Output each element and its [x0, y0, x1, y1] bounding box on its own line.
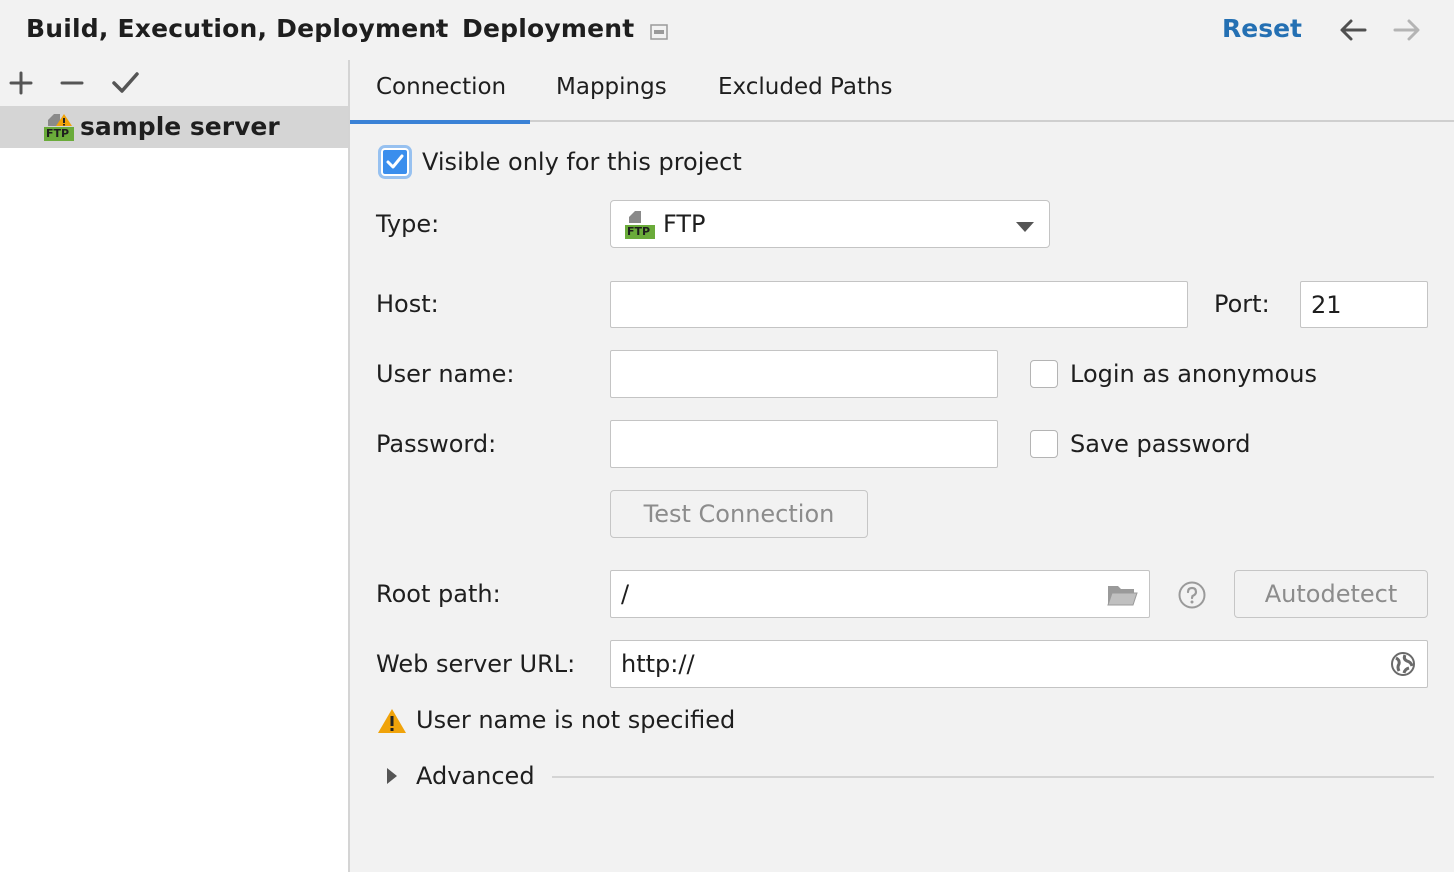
- type-select-value: FTP: [663, 210, 706, 238]
- save-password-label: Save password: [1070, 430, 1251, 458]
- tab-bar: Connection Mappings Excluded Paths: [350, 60, 1454, 124]
- expand-arrow-icon[interactable]: [385, 766, 399, 786]
- root-path-label: Root path:: [376, 580, 501, 608]
- back-arrow-icon[interactable]: [1338, 16, 1368, 44]
- header: Build, Execution, Deployment › Deploymen…: [0, 0, 1454, 60]
- ftp-server-warning-icon: FTP: [44, 112, 76, 144]
- host-label: Host:: [376, 290, 439, 318]
- visible-only-label: Visible only for this project: [422, 148, 742, 176]
- breadcrumb-separator: ›: [434, 16, 443, 41]
- warning-icon: [377, 707, 407, 735]
- tab-excluded-paths[interactable]: Excluded Paths: [718, 60, 893, 122]
- forward-arrow-icon[interactable]: [1392, 16, 1422, 44]
- server-list-panel: FTP sample server: [0, 60, 348, 872]
- check-icon[interactable]: [110, 68, 140, 98]
- test-connection-button[interactable]: Test Connection: [610, 490, 868, 538]
- tab-excluded-paths-label: Excluded Paths: [718, 74, 893, 100]
- autodetect-button[interactable]: Autodetect: [1234, 570, 1428, 618]
- username-input[interactable]: [610, 350, 998, 398]
- port-label: Port:: [1214, 290, 1270, 318]
- pin-icon[interactable]: [650, 24, 668, 40]
- add-icon[interactable]: [6, 68, 36, 98]
- login-anonymous-label: Login as anonymous: [1070, 360, 1318, 388]
- panel-divider[interactable]: [348, 60, 350, 872]
- type-label: Type:: [376, 210, 440, 238]
- warning-message: User name is not specified: [416, 706, 736, 734]
- advanced-section-toggle[interactable]: Advanced: [416, 762, 535, 790]
- type-ftp-badge-text: FTP: [627, 225, 651, 238]
- advanced-divider: [552, 776, 1434, 778]
- ftp-badge-text: FTP: [46, 127, 70, 140]
- help-icon[interactable]: [1177, 580, 1207, 610]
- server-tree-item[interactable]: FTP sample server: [0, 106, 348, 148]
- breadcrumb-parent[interactable]: Build, Execution, Deployment: [26, 14, 449, 43]
- tab-mappings-label: Mappings: [556, 74, 667, 100]
- tab-connection-label: Connection: [376, 74, 507, 100]
- password-label: Password:: [376, 430, 497, 458]
- username-label: User name:: [376, 360, 515, 388]
- server-list-toolbar: [0, 60, 348, 106]
- tab-connection[interactable]: Connection: [350, 60, 530, 124]
- web-url-label: Web server URL:: [376, 650, 576, 678]
- login-anonymous-checkbox[interactable]: [1030, 360, 1058, 388]
- web-url-input[interactable]: [610, 640, 1428, 688]
- ftp-icon: FTP: [623, 209, 655, 241]
- page-title: Deployment: [462, 14, 635, 43]
- globe-icon[interactable]: [1390, 651, 1416, 677]
- visible-only-checkbox[interactable]: [381, 148, 409, 176]
- reset-link[interactable]: Reset: [1222, 14, 1302, 43]
- tab-mappings[interactable]: Mappings: [556, 60, 667, 122]
- type-select[interactable]: FTP FTP: [610, 200, 1050, 248]
- port-input[interactable]: [1300, 281, 1428, 328]
- remove-icon[interactable]: [57, 68, 87, 98]
- folder-icon[interactable]: [1106, 582, 1138, 608]
- password-input[interactable]: [610, 420, 998, 468]
- chevron-down-icon: [1015, 218, 1035, 232]
- host-input[interactable]: [610, 281, 1188, 328]
- server-tree-item-label: sample server: [80, 112, 280, 141]
- save-password-checkbox[interactable]: [1030, 430, 1058, 458]
- root-path-input[interactable]: [610, 570, 1150, 618]
